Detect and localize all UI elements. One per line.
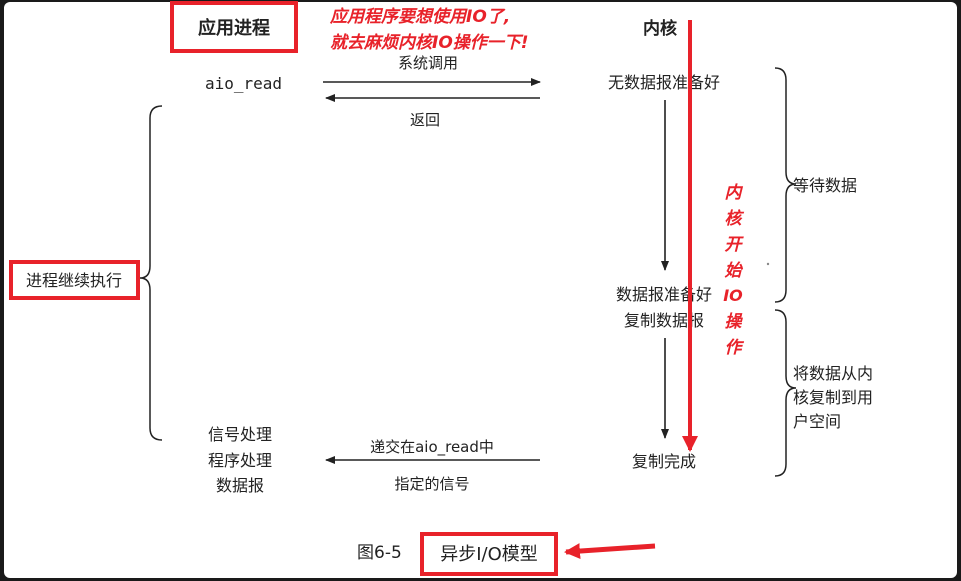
process-continue-label: 进程继续执行	[26, 271, 122, 290]
annotation-top-line1: 应用程序要想使用IO了,	[329, 7, 510, 27]
handler-line3: 数据报	[216, 476, 264, 495]
state-copy-datagram: 复制数据报	[624, 311, 704, 330]
scan-speck	[766, 262, 770, 266]
phase-copy-line3: 户空间	[793, 412, 841, 431]
state-no-data: 无数据报准备好	[608, 73, 720, 92]
phase-wait-data: 等待数据	[793, 176, 857, 195]
figure-title: 异步I/O模型	[440, 544, 538, 565]
kernel-vertical-4: 始	[725, 261, 744, 281]
async-io-diagram: 应用进程 内核 应用程序要想使用IO了, 就去麻烦内核IO操作一下! aio_r…	[4, 1, 957, 578]
kernel-vertical-5: IO	[723, 286, 743, 305]
deliver-signal-label: 递交在aio_read中	[370, 438, 494, 457]
app-process-title: 应用进程	[198, 17, 270, 39]
kernel-title: 内核	[643, 18, 677, 39]
phase-copy-line1: 将数据从内	[793, 364, 873, 383]
handler-line1: 信号处理	[208, 425, 272, 444]
handler-line2: 程序处理	[208, 451, 272, 470]
state-data-ready: 数据报准备好	[616, 285, 712, 304]
kernel-vertical-6: 操	[725, 312, 744, 332]
state-copy-done: 复制完成	[632, 452, 696, 471]
annotation-top-line2: 就去麻烦内核IO操作一下!	[330, 33, 529, 53]
figure-number: 图6-5	[357, 543, 402, 563]
aio-read-label: aio_read	[205, 74, 282, 93]
specified-signal-label: 指定的信号	[394, 475, 469, 493]
syscall-label: 系统调用	[398, 54, 458, 72]
return-label: 返回	[410, 111, 440, 129]
kernel-vertical-1: 内	[725, 183, 744, 203]
phase-copy-line2: 核复制到用	[793, 388, 873, 407]
diagram-panel	[4, 2, 957, 578]
